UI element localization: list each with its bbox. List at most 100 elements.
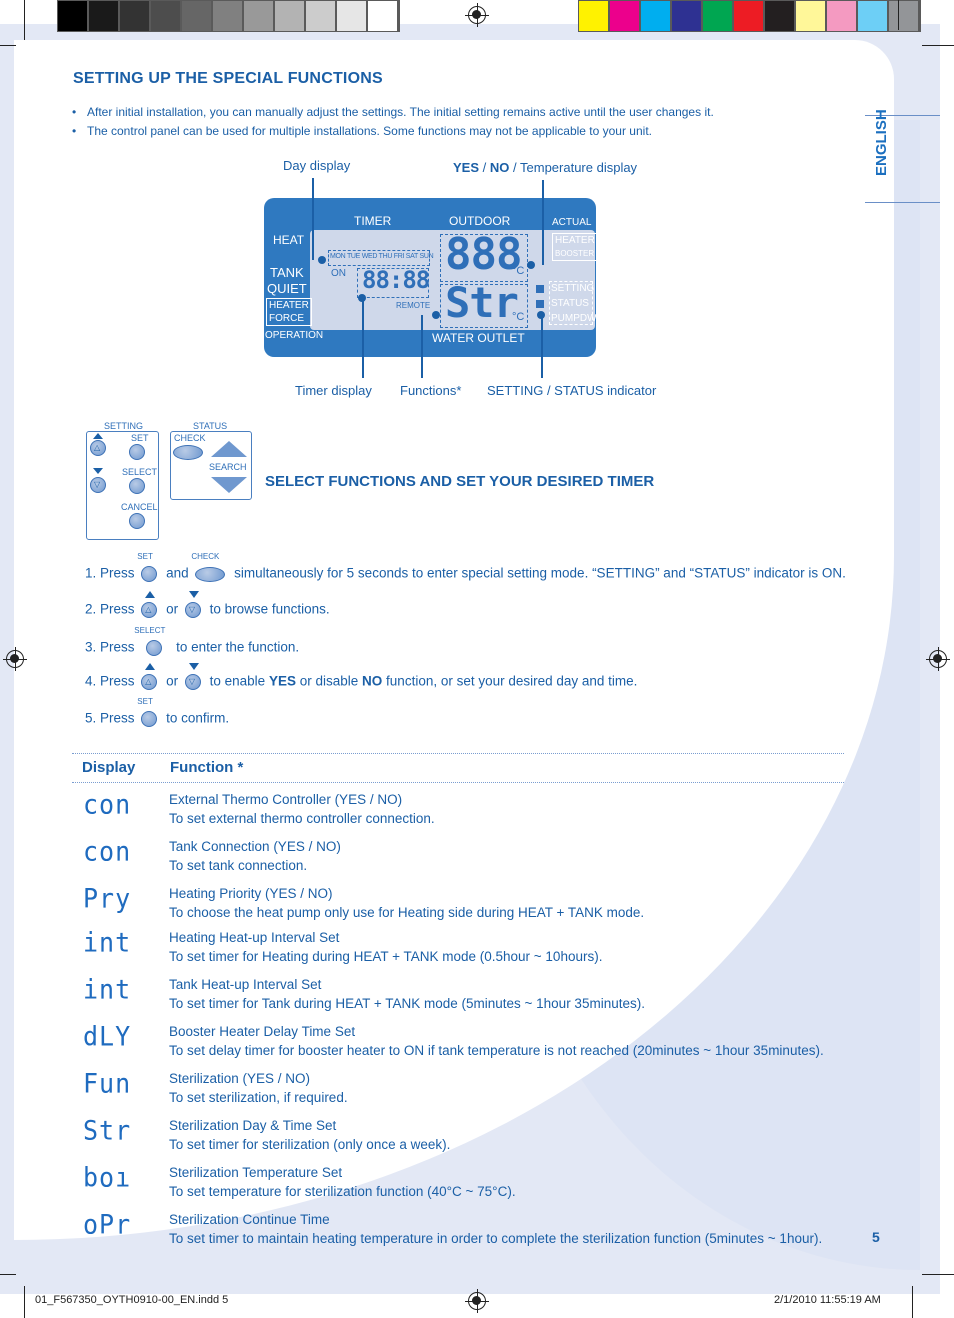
table-divider <box>72 753 844 754</box>
color-swatch <box>89 1 118 31</box>
footer-filename: 01_F567350_OYTH0910-00_EN.indd 5 <box>35 1294 229 1306</box>
table-row: int Tank Heat-up Interval Set To set timer… <box>0 974 954 1022</box>
function-title: External Thermo Controller (YES / NO) <box>169 792 403 807</box>
temperature-digits: 888 <box>445 229 522 280</box>
function-detail: To set sterilization, if required. <box>169 1090 348 1105</box>
color-swatch <box>151 1 180 31</box>
bullet-item: • The control panel can be used for multi… <box>72 124 652 138</box>
function-detail: To set external thermo controller connec… <box>169 811 435 826</box>
search-up-button[interactable] <box>211 441 247 457</box>
color-swatch <box>58 1 87 31</box>
display-code: int <box>83 974 132 1005</box>
function-detail: To set timer for Tank during HEAT + TANK… <box>169 996 645 1011</box>
function-detail: To set timer for Heating during HEAT + T… <box>169 949 603 964</box>
timer-digits: 88:88 <box>362 266 430 294</box>
display-code: Str <box>83 1115 132 1146</box>
up-button-icon: △ <box>141 591 159 619</box>
label-heat: HEAT <box>273 233 305 247</box>
color-swatch <box>244 1 273 31</box>
intro-bullets: • After initial installation, you can man… <box>72 103 714 141</box>
down-arrow-icon <box>93 468 103 474</box>
function-detail: To set tank connection. <box>169 858 308 873</box>
color-swatch <box>734 1 763 31</box>
label-on: ON <box>331 268 346 279</box>
crop-mark <box>0 45 16 46</box>
function-description: Booster Heater Delay Time Set To set dela… <box>169 1022 824 1060</box>
down-button[interactable]: ▽ <box>90 477 106 493</box>
color-swatch <box>120 1 149 31</box>
set-button-icon: SET <box>137 552 159 583</box>
search-down-button[interactable] <box>211 477 247 493</box>
step-2: 2. Press △ or ▽ to browse functions. <box>85 591 330 619</box>
leader-dot <box>527 261 535 269</box>
label-water-outlet: WATER OUTLET <box>432 331 525 345</box>
function-title: Heating Heat-up Interval Set <box>169 930 340 945</box>
crop-mark <box>24 0 25 40</box>
color-swatch <box>703 1 732 31</box>
cancel-button[interactable] <box>129 513 145 529</box>
color-swatch <box>275 1 304 31</box>
label-select: SELECT <box>122 467 158 477</box>
bullet-item: • After initial installation, you can man… <box>72 105 714 119</box>
display-code: con <box>83 836 132 867</box>
subheading: SELECT FUNCTIONS AND SET YOUR DESIRED TI… <box>265 473 655 490</box>
label-remote: REMOTE <box>396 301 431 310</box>
label-pumpdw: PUMPDW <box>551 313 597 324</box>
set-button-icon: SET <box>137 697 159 728</box>
function-title: Booster Heater Delay Time Set <box>169 1024 356 1039</box>
status-indicator <box>536 300 544 308</box>
display-code: oPr <box>83 1209 132 1240</box>
table-row: Str Sterilization Day & Time Set To set ti… <box>0 1115 954 1163</box>
display-code: Fun <box>83 1068 132 1099</box>
color-swatch <box>827 1 856 31</box>
color-swatch <box>337 1 366 31</box>
function-description: Tank Heat-up Interval Set To set timer fo… <box>169 975 645 1013</box>
up-button-icon: △ <box>141 663 159 691</box>
color-swatch <box>182 1 211 31</box>
label-operation: OPERATION <box>265 330 324 341</box>
function-detail: To set temperature for sterilization fun… <box>169 1184 516 1199</box>
process-color-bar <box>578 0 921 32</box>
color-swatch <box>889 1 918 31</box>
setting-indicator <box>536 285 544 293</box>
up-button[interactable]: △ <box>90 440 106 456</box>
column-header-display: Display <box>82 759 136 776</box>
step-5: 5. Press SET to confirm. <box>85 697 229 728</box>
column-header-function: Function * <box>170 759 244 776</box>
registration-mark-icon <box>926 647 950 671</box>
label-setting-group: SETTING <box>104 421 144 431</box>
label-search: SEARCH <box>209 462 247 472</box>
color-swatch <box>579 1 608 31</box>
color-swatch <box>641 1 670 31</box>
display-code: Pry <box>83 883 132 914</box>
function-description: Heating Heat-up Interval Set To set timer… <box>169 928 602 966</box>
check-button[interactable] <box>173 445 203 460</box>
function-digits: Str <box>445 278 519 327</box>
gray-color-bar <box>57 0 400 32</box>
display-code: dLY <box>83 1021 132 1052</box>
color-swatch <box>368 1 397 31</box>
label-setting: SETTING <box>551 283 595 294</box>
select-button[interactable] <box>129 478 145 494</box>
function-title: Tank Connection (YES / NO) <box>169 839 341 854</box>
callout-functions: Functions* <box>400 383 462 398</box>
up-arrow-icon <box>93 433 103 439</box>
day-display: MON TUE WED THU FRI SAT SUN <box>330 253 434 260</box>
celsius-unit: °C <box>512 311 525 323</box>
crop-mark <box>0 1274 16 1275</box>
leader-line <box>541 315 543 378</box>
celsius-unit: °C <box>512 265 525 277</box>
color-swatch <box>610 1 639 31</box>
down-button-icon: ▽ <box>184 663 203 691</box>
leader-line <box>362 298 364 378</box>
function-description: Sterilization (YES / NO) To set steriliza… <box>169 1069 348 1107</box>
callout-setting-status: SETTING / STATUS indicator <box>487 383 657 398</box>
display-code: boı <box>83 1162 132 1193</box>
label-status-group: STATUS <box>193 421 228 431</box>
color-swatch <box>213 1 242 31</box>
leader-line <box>312 178 314 260</box>
leader-dot <box>537 311 545 319</box>
set-button[interactable] <box>129 444 145 460</box>
section-title: SETTING UP THE SPECIAL FUNCTIONS <box>73 70 383 87</box>
function-title: Tank Heat-up Interval Set <box>169 977 322 992</box>
